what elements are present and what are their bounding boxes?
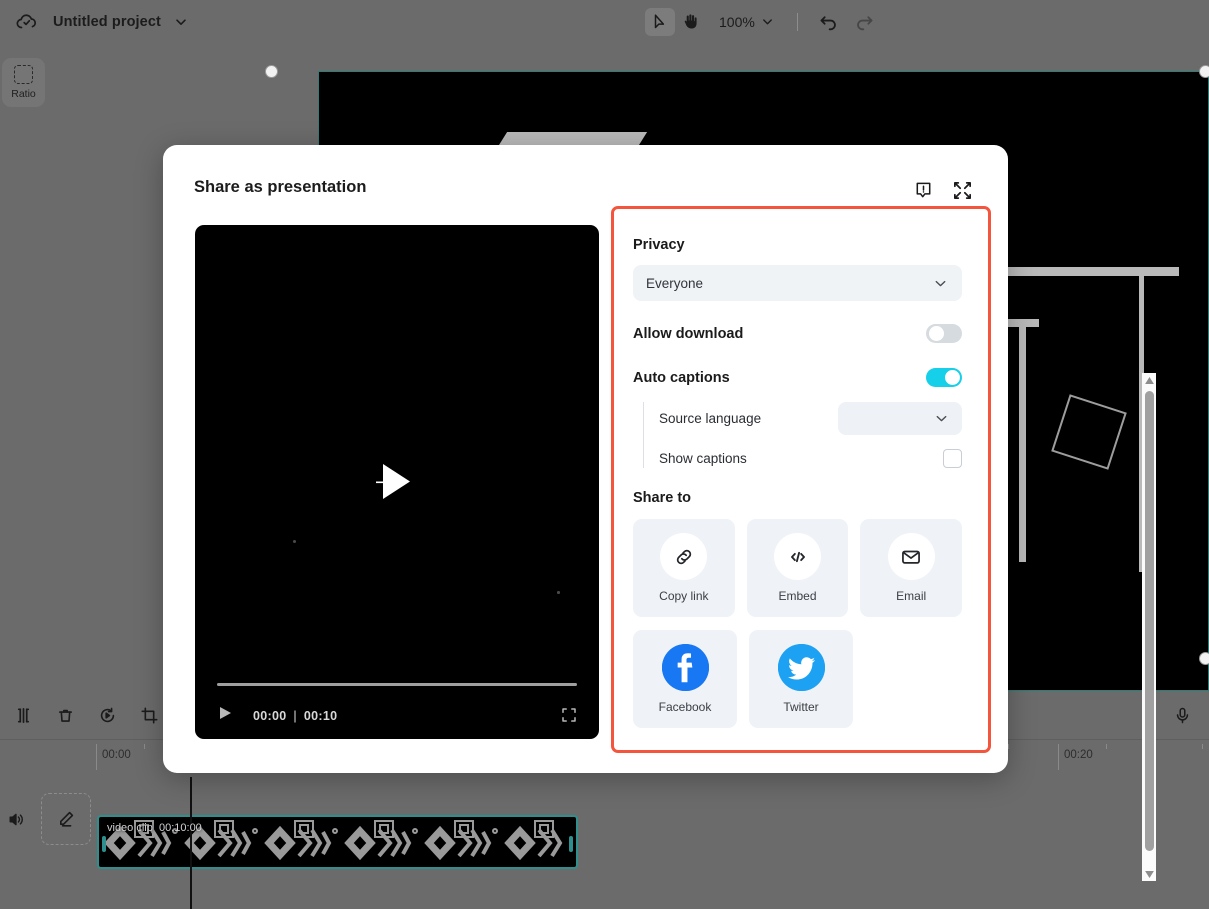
toggle-knob: [928, 326, 944, 341]
dialog-title: Share as presentation: [194, 178, 367, 196]
chevron-down-icon: [933, 276, 948, 291]
clip-label: video clip 00:10:00: [107, 822, 202, 834]
sidebar-item-label: Ratio: [11, 88, 36, 100]
share-target-label: Twitter: [783, 700, 819, 714]
playhead[interactable]: [190, 777, 192, 909]
clip-trim-handle-left[interactable]: [102, 836, 106, 852]
resize-handle-bottom-right[interactable]: [1199, 652, 1209, 665]
timeline-clip[interactable]: video clip 00:10:00: [97, 815, 578, 869]
share-dialog: Share as presentation 00:00 | 00:10 Priv…: [163, 145, 1156, 881]
share-settings-panel: Privacy Everyone Allow download Auto cap…: [611, 206, 991, 753]
ruler-label: 00:00: [102, 749, 131, 761]
settings-scrollbar[interactable]: [1142, 373, 1156, 881]
ruler-label: 00:20: [1064, 749, 1093, 761]
auto-captions-row: Auto captions: [633, 368, 962, 387]
chevron-down-icon: [934, 411, 949, 426]
share-target-embed[interactable]: Embed: [746, 519, 849, 617]
share-settings-content: Privacy Everyone Allow download Auto cap…: [614, 209, 988, 750]
share-target-label: Facebook: [658, 700, 712, 714]
cursor-arrow-icon[interactable]: [645, 7, 675, 36]
toolbar-divider: [796, 12, 798, 31]
share-target-label: Embed: [778, 589, 817, 603]
delete-icon[interactable]: [48, 698, 82, 732]
share-target-label: Copy link: [659, 589, 709, 603]
allow-download-row: Allow download: [633, 324, 962, 343]
share-target-twitter[interactable]: Twitter: [749, 630, 853, 728]
source-language-label: Source language: [659, 411, 762, 426]
facebook-icon: [661, 644, 709, 691]
canvas-tools: 100%: [645, 0, 878, 43]
share-target-list: Copy link Embed Email: [633, 519, 963, 617]
toggle-knob: [944, 370, 960, 385]
show-captions-checkbox[interactable]: [943, 449, 962, 468]
crop-icon[interactable]: [132, 698, 166, 732]
clip-trim-handle-right[interactable]: [569, 836, 573, 852]
split-icon[interactable]: [6, 698, 40, 732]
microphone-icon[interactable]: [1165, 698, 1199, 732]
cloud-check-icon: [14, 9, 40, 35]
envelope-icon: [887, 533, 935, 580]
fullscreen-icon[interactable]: [561, 707, 577, 723]
redo-icon[interactable]: [852, 9, 878, 35]
play-icon[interactable]: [374, 459, 420, 505]
top-bar: Untitled project 100%: [0, 0, 1209, 43]
undo-icon[interactable]: [816, 9, 842, 35]
hand-icon[interactable]: [675, 8, 705, 36]
app-root: Untitled project 100% Ratio 00:00 00:20 …: [0, 0, 1209, 909]
privacy-value: Everyone: [646, 275, 704, 291]
source-language-select[interactable]: [838, 402, 962, 435]
share-target-email[interactable]: Email: [860, 519, 963, 617]
share-target-label: Email: [896, 589, 927, 603]
left-sidebar: Ratio: [0, 43, 46, 691]
auto-captions-label: Auto captions: [633, 369, 730, 386]
video-preview-player[interactable]: 00:00 | 00:10: [195, 225, 599, 739]
allow-download-label: Allow download: [633, 325, 744, 342]
sidebar-item-ratio[interactable]: Ratio: [2, 58, 45, 107]
progress-bar[interactable]: [217, 683, 577, 686]
captions-suboptions: Source language Show captions: [643, 402, 962, 468]
link-icon: [660, 533, 708, 580]
twitter-icon: [777, 644, 825, 691]
report-issue-icon[interactable]: [910, 177, 936, 203]
scroll-down-arrow-icon[interactable]: [1142, 867, 1156, 881]
scroll-up-arrow-icon[interactable]: [1142, 373, 1156, 387]
source-language-row: Source language: [659, 402, 962, 435]
speaker-icon[interactable]: [2, 805, 30, 833]
code-icon: [774, 533, 821, 580]
track-header: [0, 777, 94, 909]
social-target-list: Facebook Twitter: [633, 630, 962, 728]
time-display: 00:00 | 00:10: [253, 709, 338, 723]
privacy-select[interactable]: Everyone: [633, 265, 962, 301]
share-target-copy-link[interactable]: Copy link: [633, 519, 735, 617]
project-title[interactable]: Untitled project: [53, 14, 161, 30]
edit-track-button[interactable]: [41, 793, 91, 845]
resize-handle-top-right[interactable]: [1199, 65, 1209, 78]
share-target-facebook[interactable]: Facebook: [633, 630, 737, 728]
chevron-down-icon[interactable]: [761, 15, 775, 29]
play-icon[interactable]: [217, 705, 233, 721]
privacy-label: Privacy: [633, 237, 685, 253]
show-captions-label: Show captions: [659, 451, 747, 466]
resize-handle-top-left[interactable]: [265, 65, 278, 78]
share-to-label: Share to: [633, 490, 692, 506]
dashed-square-icon: [14, 65, 33, 84]
show-captions-row: Show captions: [659, 449, 962, 468]
auto-captions-toggle[interactable]: [926, 368, 962, 387]
collapse-icon[interactable]: [949, 177, 975, 203]
rotate-icon[interactable]: [90, 698, 124, 732]
allow-download-toggle[interactable]: [926, 324, 962, 343]
chevron-down-icon[interactable]: [173, 14, 189, 30]
zoom-level[interactable]: 100%: [719, 14, 755, 30]
scrollbar-thumb[interactable]: [1144, 391, 1154, 851]
